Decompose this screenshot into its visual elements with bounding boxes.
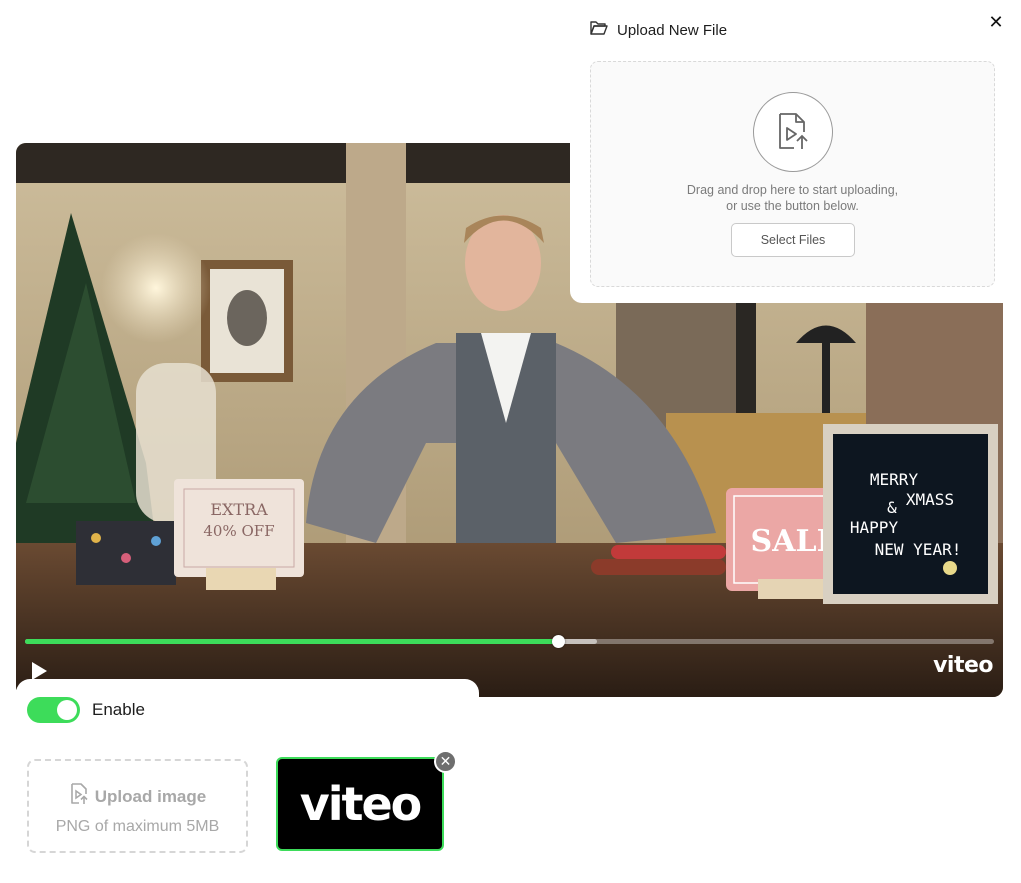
upload-image-dropzone[interactable]: Upload image PNG of maximum 5MB [27, 759, 248, 853]
scene-sign-discount: 40% OFF [203, 522, 274, 540]
uploaded-logo-thumbnail[interactable]: viteo [276, 757, 444, 851]
dropzone-instructions: Drag and drop here to start uploading, o… [591, 182, 994, 214]
scene-sign-extra: EXTRA [210, 500, 268, 519]
image-file-upload-icon [69, 783, 89, 810]
select-files-button[interactable]: Select Files [731, 223, 855, 257]
file-dropzone[interactable]: Drag and drop here to start uploading, o… [590, 61, 995, 287]
watermark-settings-card [16, 679, 479, 729]
dropzone-instructions-line2: or use the button below. [726, 199, 859, 213]
progress-bar[interactable] [25, 635, 994, 648]
scene-board-line2: XMASS [906, 490, 954, 509]
upload-panel: Upload New File ✕ Drag and drop here to … [570, 0, 1021, 303]
play-button[interactable] [29, 661, 49, 681]
upload-panel-header: Upload New File [590, 20, 727, 41]
uploaded-logo-text: viteo [299, 777, 423, 831]
scene-board-line4: HAPPY [850, 518, 899, 537]
close-button[interactable]: ✕ [987, 13, 1005, 31]
close-icon: ✕ [988, 12, 1004, 32]
video-file-upload-icon [753, 92, 833, 172]
progress-scrubber-handle[interactable] [551, 635, 565, 648]
upload-image-hint: PNG of maximum 5MB [55, 818, 220, 835]
progress-played [25, 639, 558, 644]
play-icon [32, 662, 47, 680]
remove-logo-button[interactable]: ✕ [434, 750, 457, 773]
dropzone-instructions-line1: Drag and drop here to start uploading, [686, 183, 899, 197]
scene-board-line5: NEW YEAR! [875, 540, 962, 559]
upload-image-label: Upload image [94, 786, 207, 806]
player-watermark-logo: viteo [933, 653, 993, 678]
upload-panel-title: Upload New File [617, 22, 728, 39]
toggle-knob [57, 700, 77, 720]
folder-open-icon [590, 20, 608, 41]
scene-board-line3: & [887, 498, 897, 517]
scene-board-line1: MERRY [870, 470, 919, 489]
enable-toggle[interactable] [27, 697, 80, 723]
close-icon: ✕ [439, 753, 452, 769]
enable-toggle-label: Enable [92, 700, 145, 719]
